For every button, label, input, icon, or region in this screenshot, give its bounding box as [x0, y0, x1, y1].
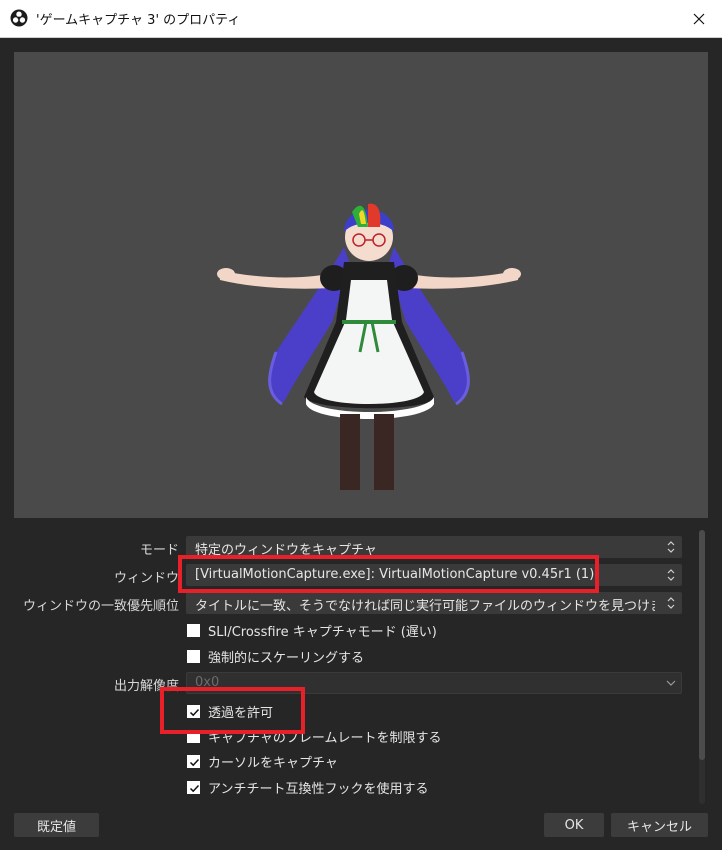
sli-checkbox[interactable] [187, 623, 200, 637]
force-scaling-checkbox-row[interactable]: 強制的にスケーリングする [187, 647, 365, 666]
spin-arrows-icon [661, 593, 681, 613]
avatar-preview-image [217, 203, 521, 490]
anticheat-label: アンチチート互換性フックを使用する [208, 781, 429, 797]
anticheat-checkbox[interactable] [187, 780, 200, 794]
defaults-button[interactable]: 既定値 [14, 813, 99, 837]
spin-arrows-icon [661, 537, 681, 557]
properties-dialog: 'ゲームキャプチャ 3' のプロパティ モード 特定のウィンドウをキャプチャ ウ… [0, 0, 722, 850]
priority-label: ウィンドウの一致優先順位 [22, 599, 179, 614]
capture-preview [14, 52, 708, 518]
properties-scrollbar[interactable] [696, 528, 706, 806]
title-bar: 'ゲームキャプチャ 3' のプロパティ [0, 0, 722, 38]
chevron-down-icon [661, 673, 681, 693]
capture-cursor-checkbox-row[interactable]: カーソルをキャプチャ [187, 752, 338, 771]
sli-checkbox-row[interactable]: SLI/Crossfire キャプチャモード (遅い) [187, 621, 437, 640]
transparency-highlight-box [160, 687, 305, 734]
force-scaling-checkbox[interactable] [187, 649, 200, 663]
close-button[interactable] [676, 0, 722, 37]
capture-cursor-checkbox[interactable] [187, 754, 200, 768]
check-icon [189, 758, 200, 766]
mode-label: モード [139, 543, 179, 558]
spin-arrows-icon [661, 565, 681, 585]
obs-logo-icon [10, 9, 28, 27]
priority-value: タイトルに一致、そうでなければ同じ実行可能ファイルのウィンドウを見つけます [195, 599, 655, 614]
ok-button[interactable]: OK [544, 813, 604, 837]
capture-cursor-label: カーソルをキャプチャ [208, 755, 338, 771]
priority-select[interactable]: タイトルに一致、そうでなければ同じ実行可能ファイルのウィンドウを見つけます [186, 592, 682, 614]
window-label: ウィンドウ [113, 571, 179, 586]
window-highlight-box [178, 555, 599, 593]
scrollbar-thumb[interactable] [699, 530, 705, 760]
window-title: 'ゲームキャプチャ 3' のプロパティ [36, 13, 241, 28]
sli-label: SLI/Crossfire キャプチャモード (遅い) [208, 624, 437, 640]
force-scaling-label: 強制的にスケーリングする [208, 650, 365, 666]
close-icon [693, 13, 705, 24]
anticheat-checkbox-row[interactable]: アンチチート互換性フックを使用する [187, 778, 429, 797]
check-icon [189, 784, 200, 792]
cancel-button[interactable]: キャンセル [611, 813, 708, 837]
